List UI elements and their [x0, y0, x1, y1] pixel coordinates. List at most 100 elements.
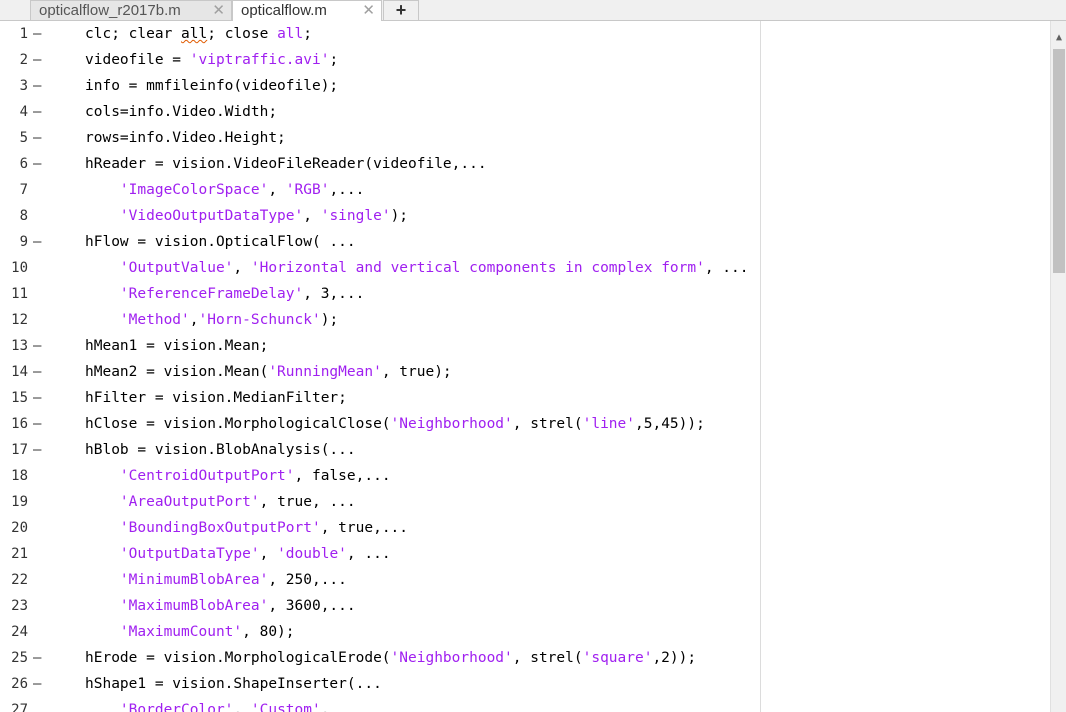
- code-line[interactable]: 16 — hClose = vision.MorphologicalClose('N…: [0, 411, 1050, 437]
- tab-opticalflow[interactable]: opticalflow.m ✕: [232, 0, 382, 21]
- code-text: hMean2 = vision.Mean('RunningMean', true…: [85, 359, 452, 385]
- breakpoint-marker[interactable]: —: [33, 125, 41, 151]
- code-line[interactable]: 11 'ReferenceFrameDelay', 3,...: [0, 281, 1050, 307]
- close-tab-icon[interactable]: ✕: [212, 1, 225, 20]
- code-line[interactable]: 3 — info = mmfileinfo(videofile);: [0, 73, 1050, 99]
- line-number: 15: [11, 390, 28, 406]
- code-text: 'MinimumBlobArea', 250,...: [85, 567, 347, 593]
- code-line[interactable]: 24 'MaximumCount', 80);: [0, 619, 1050, 645]
- code-editor[interactable]: 1 — clc; clear all; close all; 2 — videofile …: [0, 21, 1050, 712]
- code-line[interactable]: 23 'MaximumBlobArea', 3600,...: [0, 593, 1050, 619]
- code-token: ,2));: [652, 650, 697, 666]
- breakpoint-marker[interactable]: —: [33, 437, 41, 463]
- code-text: 'MaximumBlobArea', 3600,...: [85, 593, 356, 619]
- scroll-up-icon[interactable]: ▲: [1051, 31, 1066, 45]
- string-literal: 'Custom': [250, 702, 321, 712]
- code-token: , ...: [346, 546, 391, 562]
- line-number: 9: [19, 234, 28, 250]
- code-text: info = mmfileinfo(videofile);: [85, 73, 338, 99]
- string-literal: 'Horizontal and vertical components in c…: [250, 260, 705, 276]
- code-line[interactable]: 9 — hFlow = vision.OpticalFlow( ...: [0, 229, 1050, 255]
- string-literal: 'Method': [119, 312, 190, 328]
- scrollbar-thumb[interactable]: [1053, 49, 1065, 273]
- code-token: ,: [303, 208, 321, 224]
- code-line[interactable]: 2 — videofile = 'viptraffic.avi';: [0, 47, 1050, 73]
- line-number: 12: [11, 312, 28, 328]
- string-literal: 'viptraffic.avi': [189, 52, 330, 68]
- code-line[interactable]: 8 'VideoOutputDataType', 'single');: [0, 203, 1050, 229]
- close-tab-icon[interactable]: ✕: [362, 1, 375, 20]
- code-token: ,: [233, 702, 251, 712]
- breakpoint-marker[interactable]: —: [33, 385, 41, 411]
- code-line[interactable]: 6 — hReader = vision.VideoFileReader(video…: [0, 151, 1050, 177]
- code-text: 'CentroidOutputPort', false,...: [85, 463, 391, 489]
- code-line[interactable]: 5 — rows=info.Video.Height;: [0, 125, 1050, 151]
- string-literal: 'MaximumBlobArea': [119, 598, 269, 614]
- code-line[interactable]: 18 'CentroidOutputPort', false,...: [0, 463, 1050, 489]
- line-number: 11: [11, 286, 28, 302]
- line-number: 27: [11, 702, 28, 712]
- code-line[interactable]: 17 — hBlob = vision.BlobAnalysis(...: [0, 437, 1050, 463]
- code-line[interactable]: 4 — cols=info.Video.Width;: [0, 99, 1050, 125]
- code-line[interactable]: 15 — hFilter = vision.MedianFilter;: [0, 385, 1050, 411]
- breakpoint-marker[interactable]: —: [33, 229, 41, 255]
- code-line[interactable]: 14 — hMean2 = vision.Mean('RunningMean', t…: [0, 359, 1050, 385]
- breakpoint-marker[interactable]: —: [33, 73, 41, 99]
- breakpoint-marker[interactable]: —: [33, 151, 41, 177]
- string-literal: 'AreaOutputPort': [119, 494, 260, 510]
- breakpoint-marker[interactable]: —: [33, 359, 41, 385]
- code-text: 'MaximumCount', 80);: [85, 619, 295, 645]
- string-literal: 'Neighborhood': [390, 650, 513, 666]
- code-line[interactable]: 7 'ImageColorSpace', 'RGB',...: [0, 177, 1050, 203]
- line-number: 17: [11, 442, 28, 458]
- line-number: 16: [11, 416, 28, 432]
- code-token: hClose = vision.MorphologicalClose(: [85, 416, 391, 432]
- code-token: );: [390, 208, 409, 224]
- code-line[interactable]: 1 — clc; clear all; close all;: [0, 21, 1050, 47]
- breakpoint-marker[interactable]: —: [33, 47, 41, 73]
- code-line[interactable]: 27 'BorderColor', 'Custom',: [0, 697, 1050, 712]
- line-number: 23: [11, 598, 28, 614]
- code-token: ,: [189, 312, 199, 328]
- code-line[interactable]: 21 'OutputDataType', 'double', ...: [0, 541, 1050, 567]
- breakpoint-marker[interactable]: —: [33, 21, 41, 47]
- breakpoint-marker[interactable]: —: [33, 411, 41, 437]
- code-text: 'OutputValue', 'Horizontal and vertical …: [85, 255, 749, 281]
- code-token: ,: [268, 182, 286, 198]
- code-token: cols=info.Video.Width;: [85, 104, 278, 120]
- tab-opticalflow-r2017b[interactable]: opticalflow_r2017b.m ✕: [30, 0, 232, 20]
- code-text: hReader = vision.VideoFileReader(videofi…: [85, 151, 487, 177]
- code-line[interactable]: 13 — hMean1 = vision.Mean;: [0, 333, 1050, 359]
- code-line[interactable]: 22 'MinimumBlobArea', 250,...: [0, 567, 1050, 593]
- string-literal: 'OutputValue': [119, 260, 234, 276]
- new-tab-button[interactable]: +: [383, 0, 419, 20]
- line-number: 26: [11, 676, 28, 692]
- line-number: 14: [11, 364, 28, 380]
- vertical-scrollbar[interactable]: ▲: [1050, 21, 1066, 712]
- code-line[interactable]: 10 'OutputValue', 'Horizontal and vertic…: [0, 255, 1050, 281]
- code-token: ; close: [207, 26, 278, 42]
- code-line[interactable]: 25 — hErode = vision.MorphologicalErode('N…: [0, 645, 1050, 671]
- code-token: hReader = vision.VideoFileReader(videofi…: [85, 156, 487, 172]
- breakpoint-marker[interactable]: —: [33, 99, 41, 125]
- code-line[interactable]: 12 'Method','Horn-Schunck');: [0, 307, 1050, 333]
- string-literal: 'MaximumCount': [119, 624, 243, 640]
- code-line[interactable]: 19 'AreaOutputPort', true, ...: [0, 489, 1050, 515]
- breakpoint-marker[interactable]: —: [33, 671, 41, 697]
- breakpoint-marker[interactable]: —: [33, 333, 41, 359]
- code-token: , ...: [704, 260, 749, 276]
- code-token: , 80);: [242, 624, 295, 640]
- string-literal: 'ReferenceFrameDelay': [119, 286, 304, 302]
- code-line[interactable]: 20 'BoundingBoxOutputPort', true,...: [0, 515, 1050, 541]
- breakpoint-marker[interactable]: —: [33, 645, 41, 671]
- code-line[interactable]: 26 — hShape1 = vision.ShapeInserter(...: [0, 671, 1050, 697]
- code-token: hFlow = vision.OpticalFlow( ...: [85, 234, 356, 250]
- code-text: videofile = 'viptraffic.avi';: [85, 47, 338, 73]
- code-token: hMean2 = vision.Mean(: [85, 364, 269, 380]
- line-number: 13: [11, 338, 28, 354]
- code-token: ,: [320, 702, 330, 712]
